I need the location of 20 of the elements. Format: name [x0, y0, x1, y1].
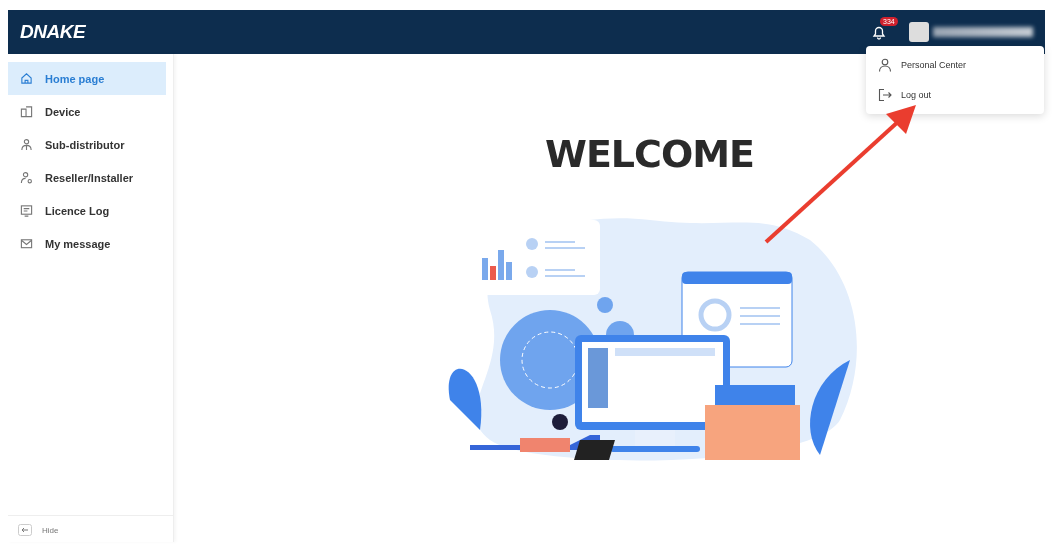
logo: DNAKE: [20, 21, 86, 43]
device-icon: [20, 105, 33, 118]
welcome-heading: WELCOME: [544, 132, 755, 176]
sidebar-item[interactable]: Sub-distributor: [8, 128, 166, 161]
sidebar-item[interactable]: Home page: [8, 62, 166, 95]
sidebar-item[interactable]: Reseller/Installer: [8, 161, 166, 194]
mail-icon: [20, 237, 33, 250]
logout-icon: [878, 88, 892, 102]
menu-item[interactable]: Log out: [866, 80, 1044, 110]
menu-item[interactable]: Personal Center: [866, 50, 1044, 80]
person-icon: [20, 171, 33, 184]
notification-button[interactable]: [871, 24, 887, 40]
person-icon: [20, 138, 33, 151]
arrow-left-icon: [18, 524, 32, 536]
person-icon: [878, 58, 892, 72]
sidebar-item[interactable]: My message: [8, 227, 166, 260]
hide-button[interactable]: Hide: [18, 524, 59, 536]
sidebar-item[interactable]: Licence Log: [8, 194, 166, 227]
sidebar-item[interactable]: Device: [8, 95, 166, 128]
home-icon: [20, 72, 33, 85]
